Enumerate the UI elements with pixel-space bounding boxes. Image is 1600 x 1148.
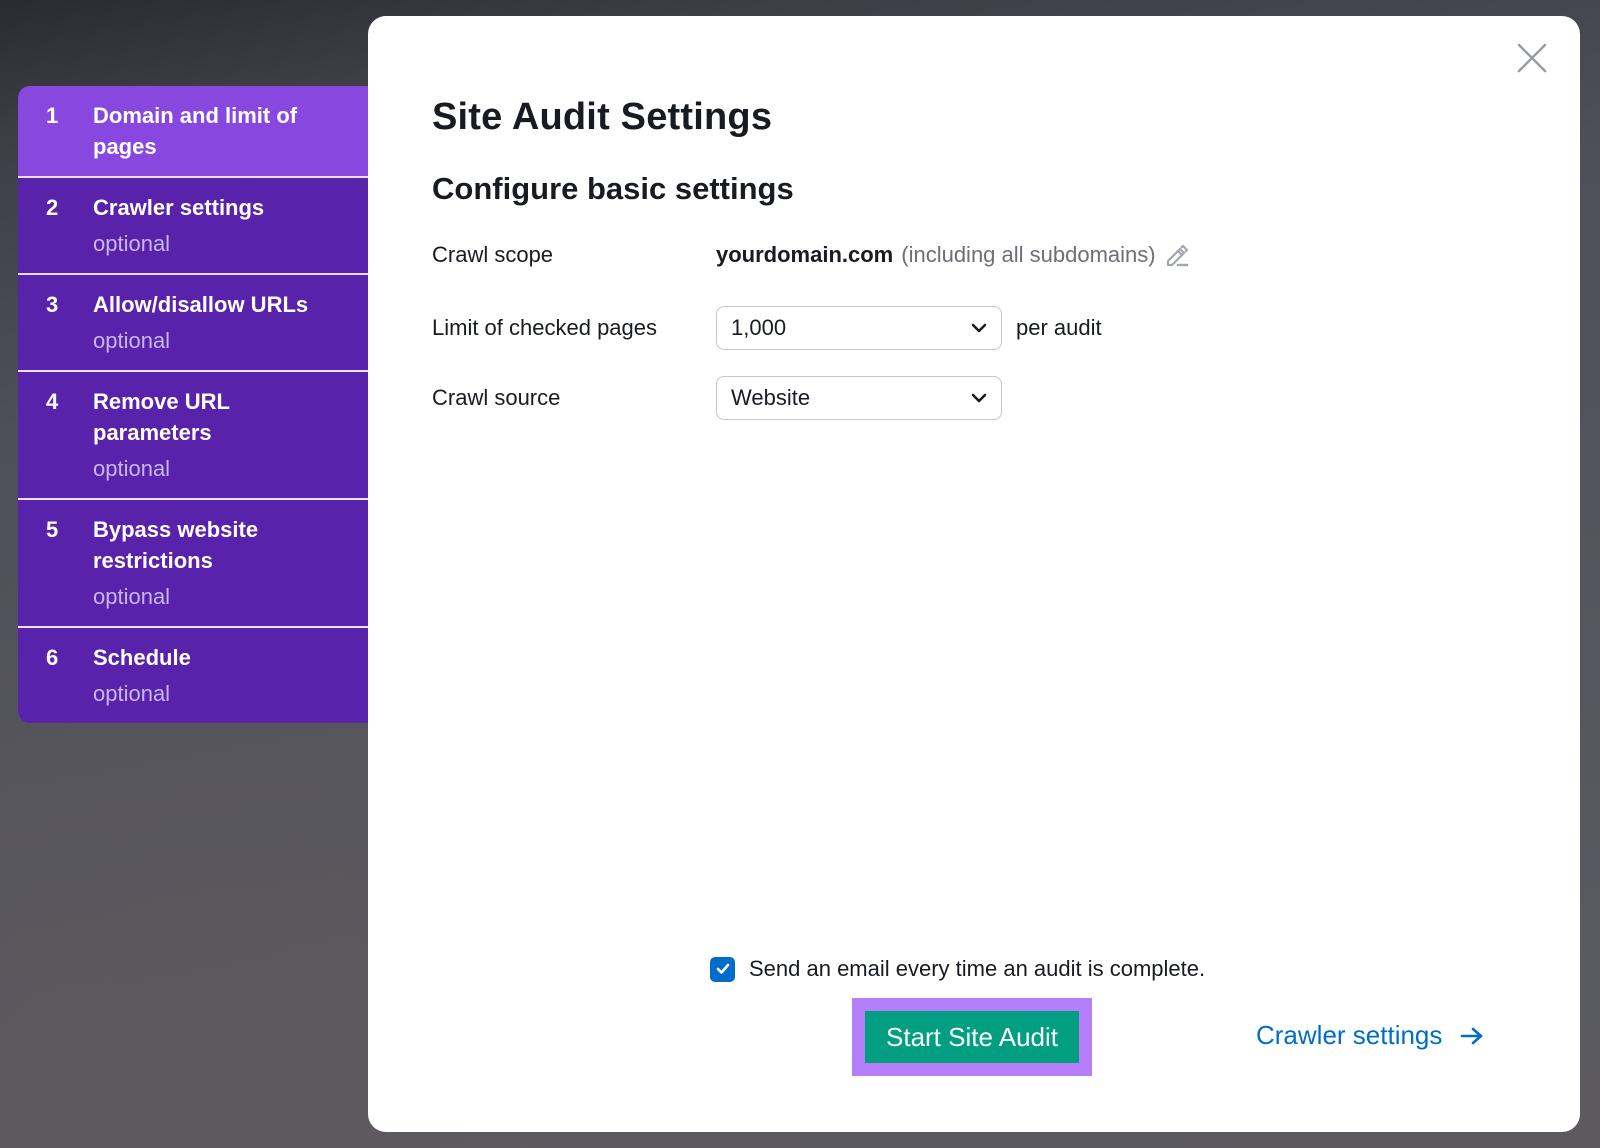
step-bypass-restrictions[interactable]: 5 Bypass website restrictions optional (18, 500, 368, 628)
step-optional-label: optional (93, 584, 171, 609)
step-schedule[interactable]: 6 Schedule optional (18, 628, 368, 723)
site-audit-settings-modal: Site Audit Settings Configure basic sett… (368, 16, 1580, 1132)
close-button[interactable] (1514, 40, 1550, 76)
crawler-settings-link[interactable]: Crawler settings (1256, 1020, 1484, 1051)
crawl-source-select[interactable]: Website (716, 376, 1002, 420)
step-optional-label: optional (93, 456, 171, 481)
pencil-icon (1166, 244, 1188, 267)
crawl-source-row: Crawl source Website (432, 376, 1002, 420)
crawl-scope-domain: yourdomain.com (716, 242, 894, 267)
limit-row: Limit of checked pages 1,000 per audit (432, 306, 1102, 350)
step-domain-and-limit[interactable]: 1 Domain and limit of pages (18, 86, 368, 178)
step-crawler-settings[interactable]: 2 Crawler settings optional (18, 178, 368, 275)
email-notification-label: Send an email every time an audit is com… (749, 956, 1206, 981)
step-title: Allow/disallow URLs (93, 292, 309, 317)
step-number: 1 (46, 103, 59, 128)
step-optional-label: optional (93, 231, 171, 256)
limit-select[interactable]: 1,000 (716, 306, 1002, 350)
step-optional-label: optional (93, 681, 171, 706)
limit-label: Limit of checked pages (432, 315, 658, 340)
section-subtitle: Configure basic settings (432, 171, 794, 206)
step-allow-disallow-urls[interactable]: 3 Allow/disallow URLs optional (18, 275, 368, 372)
settings-stepper: 1 Domain and limit of pages 2 Crawler se… (18, 86, 368, 723)
step-number: 6 (46, 645, 59, 670)
email-notification-checkbox[interactable] (710, 956, 735, 982)
modal-title: Site Audit Settings (432, 96, 773, 138)
crawl-source-value: Website (731, 385, 811, 410)
step-title: Remove URL parameters (93, 389, 230, 445)
step-number: 2 (46, 195, 59, 220)
crawl-scope-label: Crawl scope (432, 242, 554, 267)
close-icon (1517, 43, 1547, 73)
checkmark-icon (716, 963, 729, 974)
chevron-down-icon (971, 393, 987, 403)
step-title: Bypass website restrictions (93, 517, 259, 573)
step-title: Crawler settings (93, 195, 265, 220)
crawl-source-label: Crawl source (432, 385, 561, 410)
limit-suffix: per audit (1016, 315, 1102, 340)
limit-select-value: 1,000 (731, 315, 787, 340)
step-number: 5 (46, 517, 59, 542)
start-site-audit-button[interactable]: Start Site Audit (865, 1011, 1079, 1063)
crawl-scope-row: Crawl scope yourdomain.com (including al… (432, 242, 1190, 268)
chevron-down-icon (971, 323, 987, 333)
step-remove-url-parameters[interactable]: 4 Remove URL parameters optional (18, 372, 368, 500)
step-optional-label: optional (93, 328, 171, 353)
arrow-right-icon (1461, 1027, 1483, 1044)
crawl-scope-note: (including all subdomains) (901, 242, 1156, 267)
step-title: Domain and limit of pages (93, 103, 298, 159)
step-number: 4 (46, 389, 59, 414)
crawler-settings-link-label: Crawler settings (1256, 1020, 1443, 1050)
email-notification-row: Send an email every time an audit is com… (710, 956, 1205, 982)
step-number: 3 (46, 292, 59, 317)
step-title: Schedule (93, 645, 191, 670)
edit-scope-button[interactable] (1164, 242, 1190, 268)
